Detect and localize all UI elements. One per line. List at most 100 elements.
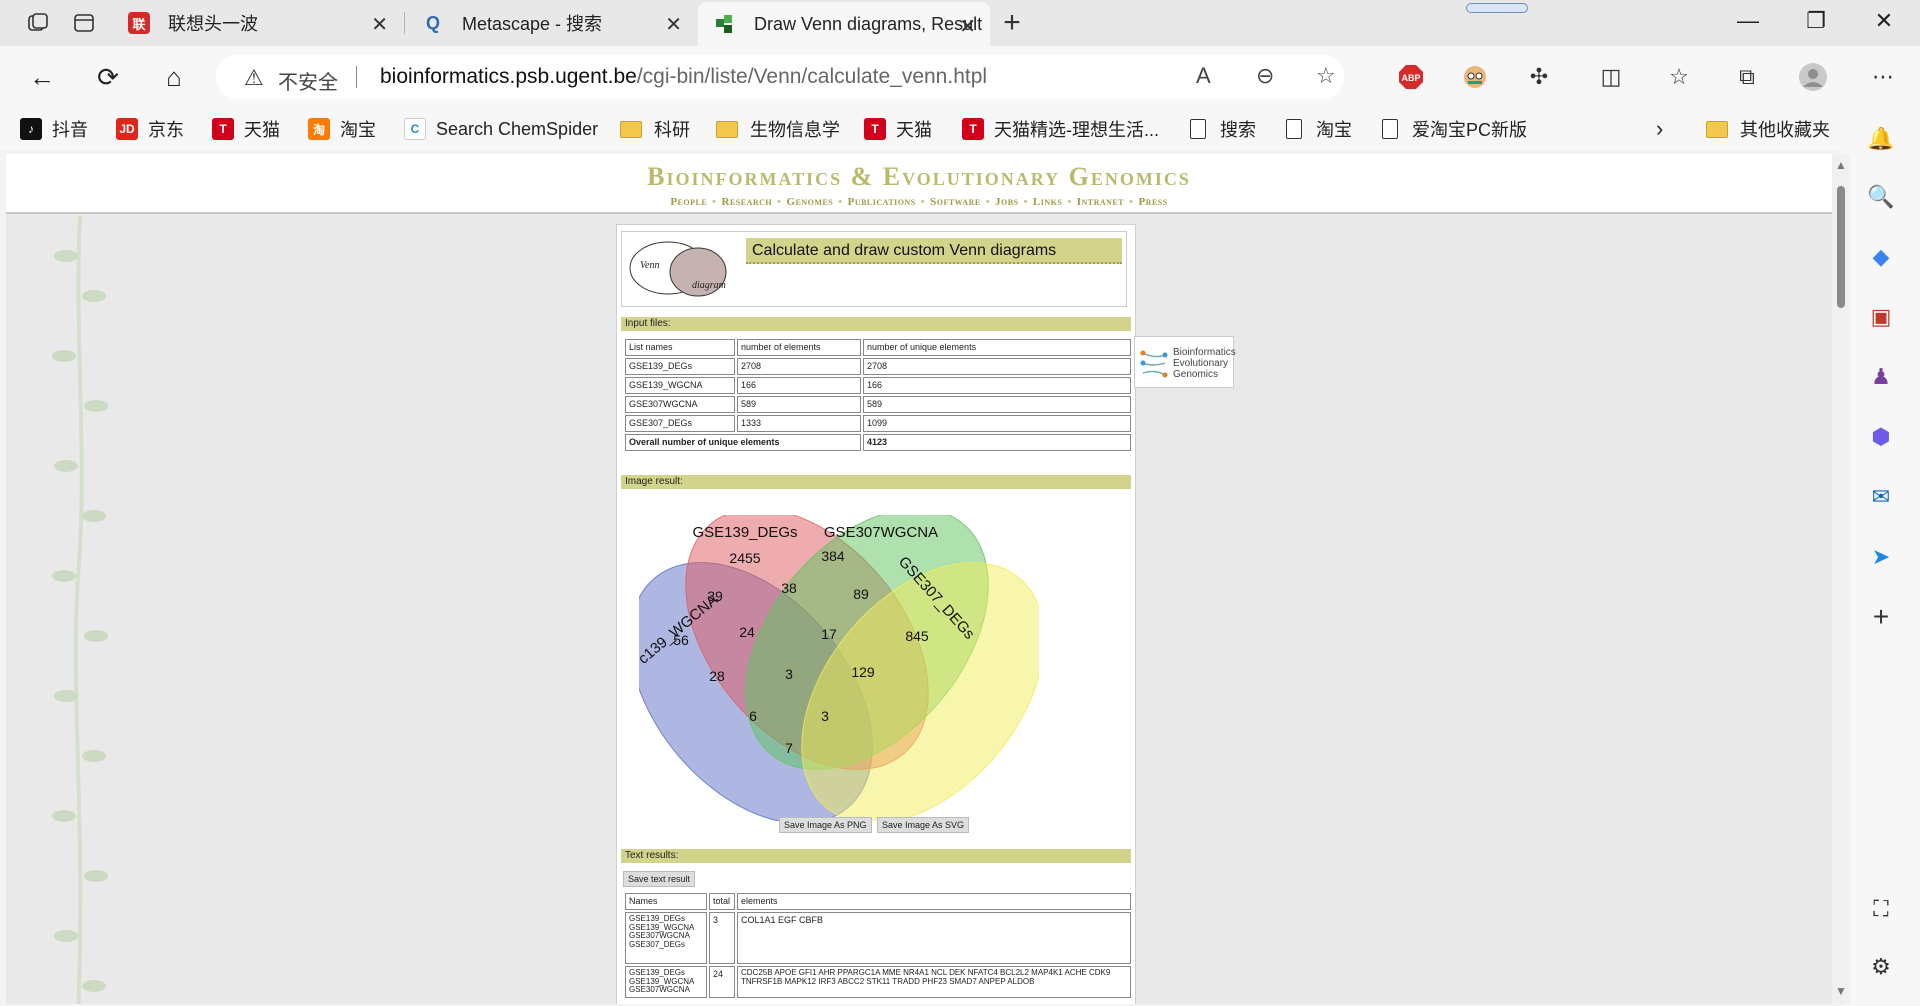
bookmark-label: 淘宝 xyxy=(340,120,376,140)
insecure-label[interactable]: 不安全 xyxy=(278,66,338,95)
cell: 2708 xyxy=(737,358,861,375)
scroll-thumb[interactable] xyxy=(1837,186,1845,308)
name: GSE307_DEGs xyxy=(629,939,686,949)
bookmark-item[interactable]: T 天猫 xyxy=(864,116,932,142)
bookmark-item[interactable]: JD 京东 xyxy=(116,116,184,142)
tab-favicon: 联 xyxy=(128,12,150,34)
nav-link-links[interactable]: Links xyxy=(1033,196,1062,208)
settings-gear-icon[interactable]: ⚙ xyxy=(1866,952,1896,982)
profile-avatar[interactable] xyxy=(1798,62,1828,92)
page-scrollbar[interactable]: ▲ ▼ xyxy=(1832,154,1850,1004)
tab-title: Metascape - 搜索 xyxy=(462,14,603,34)
svg-text:Venn: Venn xyxy=(640,260,659,271)
bookmark-item[interactable]: 淘淘宝 xyxy=(308,116,376,142)
cell: GSE307WGCNA xyxy=(625,396,735,413)
bell-icon[interactable]: 🔔 xyxy=(1866,124,1896,154)
extension-face-icon[interactable] xyxy=(1460,62,1490,92)
more-menu-icon[interactable]: ⋯ xyxy=(1868,62,1898,92)
copilot-icon[interactable]: ⬢ xyxy=(1866,422,1896,452)
save-svg-button[interactable]: Save Image As SVG xyxy=(877,817,970,833)
warning-icon[interactable]: ⚠ xyxy=(244,65,264,91)
scroll-down-icon[interactable]: ▼ xyxy=(1835,984,1847,998)
bookmark-item[interactable]: 搜索 xyxy=(1190,116,1256,142)
venn-region-label: 17 xyxy=(821,626,837,642)
cell: 589 xyxy=(863,396,1131,413)
restore-icon[interactable]: ❐ xyxy=(1796,8,1836,34)
tab-2[interactable]: Q Metascape - 搜索 ✕ xyxy=(406,0,696,46)
save-text-button[interactable]: Save text result xyxy=(623,871,696,887)
close-tab-icon[interactable]: ✕ xyxy=(665,12,682,37)
venn-set-label: GSE307WGCNA xyxy=(824,524,938,541)
extensions-puzzle-icon[interactable]: ✣ xyxy=(1524,62,1554,92)
tab-1[interactable]: 联 联想头一波 ✕ xyxy=(112,0,402,46)
minimize-icon[interactable]: — xyxy=(1728,8,1768,34)
vertical-tabs-icon[interactable] xyxy=(70,9,98,37)
address-bar[interactable]: ⚠ 不安全 bioinformatics.psb.ugent.be/cgi-bi… xyxy=(216,55,1344,99)
bookmark-item[interactable]: C Search ChemSpider xyxy=(404,116,598,142)
close-tab-icon[interactable]: ✕ xyxy=(959,14,976,39)
nav-separator: • xyxy=(1023,196,1028,208)
bookmark-item[interactable]: T 天猫 xyxy=(212,116,280,142)
send-icon[interactable]: ➤ xyxy=(1866,542,1896,572)
favorites-icon[interactable]: ☆ xyxy=(1664,62,1694,92)
venn-diagram: c139_WGCNAGSE139_DEGs GSE307WGCNAGSE307_D… xyxy=(639,515,1039,821)
url-text[interactable]: bioinformatics.psb.ugent.be/cgi-bin/list… xyxy=(380,65,987,89)
cell: 1099 xyxy=(863,415,1131,432)
bookmark-folder[interactable]: 生物信息学 xyxy=(716,116,840,142)
favorite-star-icon[interactable]: ☆ xyxy=(1316,63,1336,89)
section-text-results: Text results: xyxy=(621,849,1131,863)
cell: 589 xyxy=(737,396,861,413)
add-icon[interactable]: + xyxy=(1866,601,1896,632)
bookmark-item[interactable]: T 天猫精选-理想生活... xyxy=(962,116,1159,142)
bookmark-item[interactable]: ♪ 抖音 xyxy=(20,116,88,142)
new-tab-icon[interactable]: + xyxy=(998,6,1026,39)
save-png-button[interactable]: Save Image As PNG xyxy=(779,817,872,833)
folder-icon xyxy=(1706,120,1728,138)
read-aloud-icon[interactable]: A xyxy=(1196,63,1211,89)
tab-3-active[interactable]: Draw Venn diagrams, Result ✕ xyxy=(698,2,990,46)
bookmark-item[interactable]: 淘宝 xyxy=(1286,116,1352,142)
games-icon[interactable]: ♟ xyxy=(1866,362,1896,392)
nav-link-press[interactable]: Press xyxy=(1138,196,1167,208)
beg-line: Genomics xyxy=(1173,369,1219,380)
bookmark-label: 淘宝 xyxy=(1316,120,1352,140)
nav-link-publications[interactable]: Publications xyxy=(848,196,916,208)
screenshot-icon[interactable]: ⛶ xyxy=(1866,894,1896,924)
collections-icon[interactable]: ⧉ xyxy=(1732,62,1762,92)
workspaces-icon[interactable] xyxy=(24,9,52,37)
bookmark-label: 其他收藏夹 xyxy=(1740,120,1830,140)
toolbox-icon[interactable]: ▣ xyxy=(1866,302,1896,332)
nav-link-research[interactable]: Research xyxy=(722,196,773,208)
tag-icon[interactable]: ◆ xyxy=(1866,242,1896,272)
scroll-up-icon[interactable]: ▲ xyxy=(1835,158,1847,172)
venn-region-label: 89 xyxy=(853,586,869,602)
beg-logo[interactable]: Bioinformatics Evolutionary Genomics xyxy=(1134,336,1236,388)
split-screen-icon[interactable]: ◫ xyxy=(1596,62,1626,92)
table-row: GSE139_WGCNA 166 166 xyxy=(625,377,1131,394)
outlook-icon[interactable]: ✉ xyxy=(1866,482,1896,512)
refresh-icon[interactable]: ⟳ xyxy=(92,61,124,93)
page-icon xyxy=(1190,119,1206,139)
nav-link-software[interactable]: Software xyxy=(930,196,981,208)
nav-link-intranet[interactable]: Intranet xyxy=(1077,196,1124,208)
bookmark-item[interactable]: 爱淘宝PC新版 xyxy=(1382,116,1527,142)
bookmark-label: 天猫精选-理想生活... xyxy=(994,120,1159,140)
nav-link-jobs[interactable]: Jobs xyxy=(995,196,1019,208)
bookmark-folder-other[interactable]: 其他收藏夹 xyxy=(1706,116,1830,142)
total-cell: 3 xyxy=(709,912,735,964)
cell: GSE139_WGCNA xyxy=(625,377,735,394)
chevron-right-icon[interactable]: › xyxy=(1656,116,1663,142)
zoom-out-icon[interactable]: ⊖ xyxy=(1256,63,1274,89)
close-window-icon[interactable]: ✕ xyxy=(1864,8,1904,34)
close-tab-icon[interactable]: ✕ xyxy=(371,12,388,37)
nav-link-genomes[interactable]: Genomes xyxy=(787,196,834,208)
bookmark-folder[interactable]: 科研 xyxy=(620,116,690,142)
home-icon[interactable]: ⌂ xyxy=(158,61,190,93)
back-arrow-icon[interactable]: ← xyxy=(26,61,58,93)
nav-link-people[interactable]: People xyxy=(670,196,707,208)
search-icon[interactable]: 🔍 xyxy=(1866,182,1896,212)
folder-icon xyxy=(716,120,738,138)
adblock-plus-icon[interactable]: ABP xyxy=(1396,62,1426,92)
table-header: elements xyxy=(737,893,1131,910)
table-header: number of unique elements xyxy=(863,339,1131,356)
